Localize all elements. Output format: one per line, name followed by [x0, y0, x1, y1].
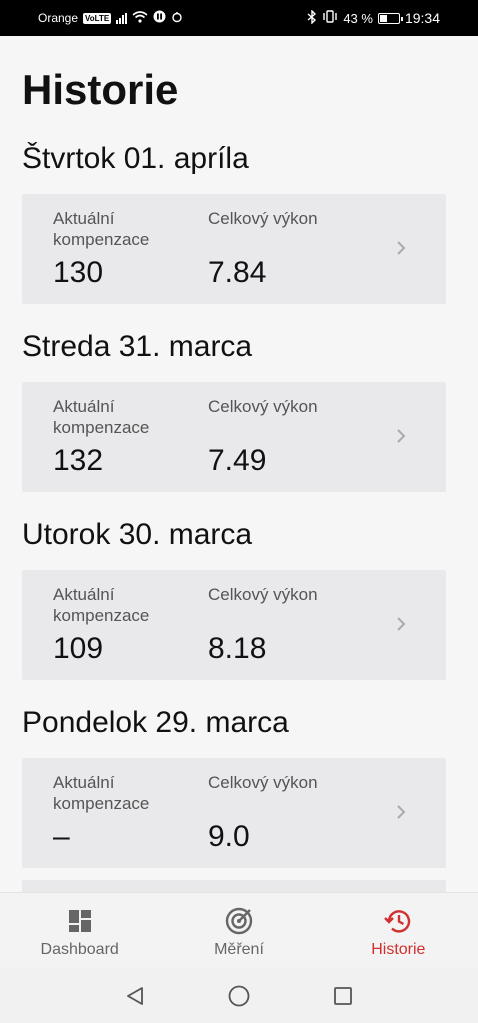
vibrate-icon — [322, 10, 338, 26]
nav-label-mereni: Měření — [214, 941, 264, 958]
status-bar: Orange VoLTE 43 % 19:34 — [0, 0, 478, 36]
compensation-label: Aktuální kompenzace — [53, 585, 150, 625]
measure-icon — [225, 907, 253, 935]
power-label: Celkový výkon — [208, 397, 318, 416]
compensation-column: Aktuální kompenzace — [53, 208, 193, 250]
nav-item-mereni[interactable]: Měření — [159, 893, 318, 968]
back-icon[interactable] — [122, 983, 148, 1009]
nav-label-historie: Historie — [371, 941, 426, 958]
day-title: Pondelok 29. marca — [22, 706, 289, 739]
day-section: Streda 31. marca Aktuální kompenzace 132… — [0, 328, 478, 516]
power-column: Celkový výkon — [208, 772, 368, 793]
compensation-value: 130 — [53, 256, 104, 289]
bottom-navigation: Dashboard Měření Historie — [0, 892, 478, 968]
chevron-right-icon — [396, 800, 406, 826]
compensation-column: Aktuální kompenzace — [53, 396, 193, 438]
bluetooth-icon — [307, 8, 317, 27]
compensation-value: – — [53, 820, 70, 853]
power-value: 8.18 — [208, 632, 267, 665]
compensation-value: 132 — [53, 444, 104, 477]
carrier-name: Orange — [38, 11, 79, 25]
power-value: 7.49 — [208, 444, 267, 477]
power-value: 9.0 — [208, 820, 250, 853]
power-label: Celkový výkon — [208, 209, 318, 228]
day-section: Pondelok 29. marca Aktuální kompenzace –… — [0, 704, 478, 892]
battery-icon — [377, 12, 403, 24]
data-saver-icon — [153, 10, 166, 26]
system-navigation-bar — [0, 968, 478, 1023]
power-column: Celkový výkon — [208, 584, 368, 605]
history-card[interactable]: Aktuální kompenzace 130 Celkový výkon 7.… — [22, 194, 446, 304]
compensation-value: 109 — [53, 632, 104, 665]
history-card[interactable]: Aktuální kompenzace 109 Celkový výkon 8.… — [22, 570, 446, 680]
history-card[interactable]: Aktuální kompenzace – Celkový výkon 9.0 — [22, 758, 446, 868]
compensation-column: Aktuální kompenzace — [53, 772, 193, 814]
compensation-label: Aktuální kompenzace — [53, 773, 150, 813]
battery-percent: 43 % — [343, 10, 373, 26]
compensation-label: Aktuální kompenzace — [53, 209, 150, 249]
history-list[interactable]: Štvrtok 01. apríla Aktuální kompenzace 1… — [0, 140, 478, 892]
status-left: Orange VoLTE — [38, 10, 183, 26]
dashboard-icon — [66, 907, 94, 935]
wifi-icon — [132, 10, 148, 26]
nav-item-historie[interactable]: Historie — [319, 893, 478, 968]
power-label: Celkový výkon — [208, 585, 318, 604]
compensation-column: Aktuální kompenzace — [53, 584, 193, 626]
compensation-label: Aktuální kompenzace — [53, 397, 150, 437]
history-icon — [384, 907, 412, 935]
day-title: Streda 31. marca — [22, 330, 253, 363]
notification-icon — [171, 11, 183, 26]
power-value: 7.84 — [208, 256, 267, 289]
power-column: Celkový výkon — [208, 396, 368, 417]
recents-icon[interactable] — [330, 983, 356, 1009]
chevron-right-icon — [396, 424, 406, 450]
history-card[interactable]: Aktuální kompenzace 132 Celkový výkon 7.… — [22, 382, 446, 492]
battery-level-fill — [379, 14, 388, 22]
day-section: Štvrtok 01. apríla Aktuální kompenzace 1… — [0, 140, 478, 328]
chevron-right-icon — [396, 236, 406, 262]
signal-icon — [116, 12, 128, 24]
chevron-right-icon — [396, 612, 406, 638]
day-title: Štvrtok 01. apríla — [22, 142, 249, 175]
nav-item-dashboard[interactable]: Dashboard — [0, 893, 159, 968]
day-title: Utorok 30. marca — [22, 518, 253, 551]
clock: 19:34 — [404, 10, 440, 26]
status-right: 43 % 19:34 — [307, 8, 440, 27]
next-card-peek — [22, 880, 446, 892]
power-column: Celkový výkon — [208, 208, 368, 229]
power-label: Celkový výkon — [208, 773, 318, 792]
volte-badge: VoLTE — [83, 12, 112, 24]
nav-label-dashboard: Dashboard — [40, 941, 119, 958]
day-section: Utorok 30. marca Aktuální kompenzace 109… — [0, 516, 478, 704]
home-icon[interactable] — [226, 983, 252, 1009]
page-title: Historie — [22, 66, 179, 113]
